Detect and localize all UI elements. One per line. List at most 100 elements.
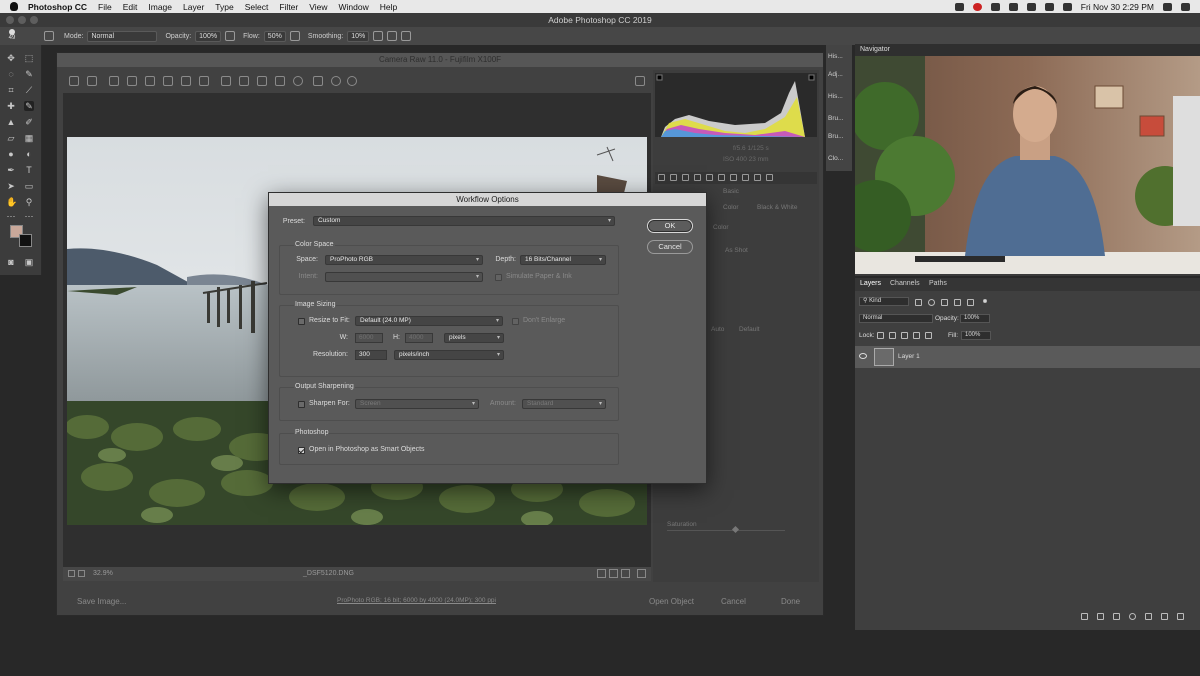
crop-tool-icon[interactable]: [163, 76, 173, 86]
filter-kind-select[interactable]: ⚲ Kind: [859, 297, 909, 306]
straighten-tool-icon[interactable]: [181, 76, 191, 86]
resolution-units-select[interactable]: pixels/inch ▾: [394, 350, 504, 360]
smart-objects-checkbox[interactable]: [298, 447, 305, 454]
apple-menu-icon[interactable]: [10, 2, 18, 11]
width-input[interactable]: 6000: [355, 333, 383, 343]
filter-toggle-icon[interactable]: [983, 299, 987, 303]
menu-window[interactable]: Window: [339, 2, 369, 12]
snapshots-tab-icon[interactable]: [766, 174, 773, 181]
profile-select[interactable]: Color: [713, 224, 729, 231]
sharpen-for-checkbox[interactable]: [298, 401, 305, 408]
zoom-tool-icon[interactable]: [69, 76, 79, 86]
eyedropper-tool-icon[interactable]: ⟋: [24, 85, 34, 95]
fx-icon[interactable]: [1097, 613, 1104, 620]
calibration-tab-icon[interactable]: [742, 174, 749, 181]
smoothing-input[interactable]: 10%: [347, 30, 370, 42]
history-panel-tab[interactable]: His...: [828, 49, 852, 64]
dodge-tool-icon[interactable]: ◐: [24, 149, 34, 159]
trash-icon[interactable]: [1177, 613, 1184, 620]
more-tools-icon[interactable]: ⋯: [24, 211, 34, 221]
saturation-slider-thumb[interactable]: [731, 525, 740, 534]
swap-settings-icon[interactable]: [621, 569, 630, 578]
histogram-panel-tab[interactable]: His...: [828, 89, 852, 104]
menu-clock[interactable]: Fri Nov 30 2:29 PM: [1081, 2, 1154, 12]
intent-select[interactable]: ▾: [325, 272, 483, 282]
zoom-tool-icon[interactable]: ⚲: [24, 197, 34, 207]
white-balance-tool-icon[interactable]: [109, 76, 119, 86]
crop-tool-icon[interactable]: ⌗: [6, 85, 16, 95]
resize-to-fit-checkbox[interactable]: [298, 318, 305, 325]
menu-type[interactable]: Type: [215, 2, 233, 12]
height-input[interactable]: 4000: [405, 333, 433, 343]
opacity-input[interactable]: 100%: [195, 30, 222, 42]
tab-channels[interactable]: Channels: [890, 280, 920, 287]
workflow-options-link[interactable]: ProPhoto RGB; 16 bit; 6000 by 4000 (24.0…: [337, 597, 496, 604]
clone-stamp-tool-icon[interactable]: ▲: [6, 117, 16, 127]
menu-filter[interactable]: Filter: [279, 2, 298, 12]
before-after-icon[interactable]: [609, 569, 618, 578]
gear-icon[interactable]: [373, 31, 384, 41]
menu-app-name[interactable]: Photoshop CC: [28, 2, 87, 12]
ok-button[interactable]: OK: [647, 219, 693, 233]
size-units-select[interactable]: pixels ▾: [444, 333, 504, 343]
minimize-window-icon[interactable]: [18, 16, 26, 24]
color-treatment-option[interactable]: Color: [723, 204, 739, 211]
depth-select[interactable]: 16 Bits/Channel ▾: [520, 255, 606, 265]
gradient-tool-icon[interactable]: ▦: [24, 133, 34, 143]
link-layers-icon[interactable]: [1081, 613, 1088, 620]
type-tool-icon[interactable]: T: [24, 165, 34, 175]
new-layer-icon[interactable]: [1161, 613, 1168, 620]
layer-name[interactable]: Layer 1: [898, 353, 920, 360]
save-image-button[interactable]: Save Image...: [77, 597, 126, 606]
resolution-input[interactable]: 300: [355, 350, 387, 360]
filter-type-icon[interactable]: [941, 299, 948, 306]
highlight-clip-warning-icon[interactable]: [808, 74, 815, 81]
layer-opacity-input[interactable]: 100%: [960, 314, 990, 323]
eraser-tool-icon[interactable]: ▱: [6, 133, 16, 143]
move-tool-icon[interactable]: ✥: [6, 53, 16, 63]
filter-shape-icon[interactable]: [954, 299, 961, 306]
quick-select-tool-icon[interactable]: ✎: [24, 69, 34, 79]
basic-tab-icon[interactable]: [658, 174, 665, 181]
brush-tool-icon[interactable]: ✎: [24, 101, 34, 111]
hand-tool-icon[interactable]: ✋: [6, 197, 17, 207]
lock-position-icon[interactable]: [901, 332, 908, 339]
rotate-right-icon[interactable]: [347, 76, 357, 86]
edit-toolbar-icon[interactable]: ⋯: [6, 211, 16, 221]
lock-artboard-icon[interactable]: [913, 332, 920, 339]
brush-settings-icon[interactable]: [44, 31, 54, 41]
app-status-icon[interactable]: [972, 2, 982, 11]
flow-input[interactable]: 50%: [263, 30, 286, 42]
red-eye-icon[interactable]: [239, 76, 249, 86]
effects-tab-icon[interactable]: [730, 174, 737, 181]
cloud-icon[interactable]: [954, 2, 964, 11]
clone-source-panel-tab[interactable]: Clo...: [828, 151, 852, 166]
presets-tab-icon[interactable]: [754, 174, 761, 181]
auto-button[interactable]: Auto: [711, 326, 724, 333]
quick-mask-icon[interactable]: ◙: [6, 257, 16, 267]
preset-select[interactable]: Custom ▾: [313, 216, 615, 226]
creative-cloud-icon[interactable]: [990, 2, 1000, 11]
brushes-panel-tab[interactable]: Bru...: [828, 111, 852, 126]
menu-layer[interactable]: Layer: [183, 2, 204, 12]
bluetooth-icon[interactable]: [1026, 2, 1036, 11]
color-sampler-icon[interactable]: [127, 76, 137, 86]
graduated-filter-icon[interactable]: [275, 76, 285, 86]
healing-tool-icon[interactable]: ✚: [6, 101, 16, 111]
menu-help[interactable]: Help: [380, 2, 397, 12]
pressure-size-icon[interactable]: [387, 31, 398, 41]
tab-layers[interactable]: Layers: [860, 280, 881, 287]
layer-row[interactable]: Layer 1: [855, 346, 1200, 368]
brush-settings-panel-tab[interactable]: Bru...: [828, 129, 852, 144]
search-icon[interactable]: [1163, 2, 1172, 11]
zoom-out-icon[interactable]: [68, 570, 75, 577]
menu-list-icon[interactable]: [1181, 2, 1190, 11]
blend-mode-select[interactable]: Normal: [859, 314, 933, 323]
airbrush-icon[interactable]: [289, 31, 300, 41]
adjustment-brush-icon[interactable]: [257, 76, 267, 86]
detail-tab-icon[interactable]: [682, 174, 689, 181]
sharpen-for-select[interactable]: Screen ▾: [355, 399, 479, 409]
dont-enlarge-checkbox[interactable]: [512, 318, 519, 325]
lens-tab-icon[interactable]: [718, 174, 725, 181]
open-object-button[interactable]: Open Object: [649, 597, 694, 606]
